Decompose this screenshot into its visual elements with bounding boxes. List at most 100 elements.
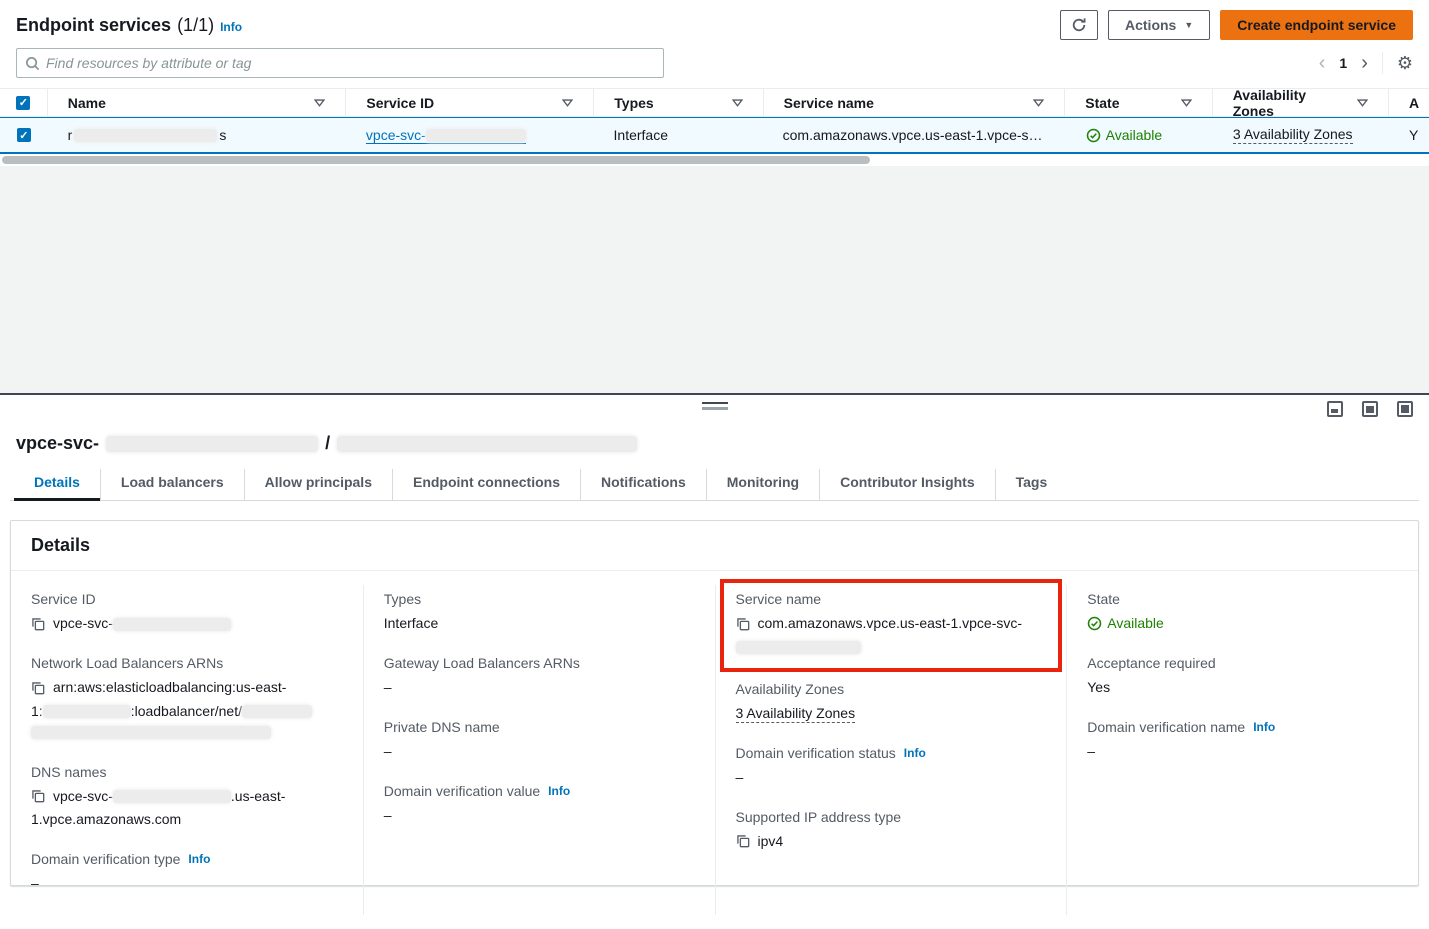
endpoint-services-page: Endpoint services (1/1) Info Actions ▼ C…	[0, 0, 1429, 886]
copy-icon[interactable]	[31, 789, 45, 803]
tab-tags[interactable]: Tags	[995, 469, 1068, 500]
tab-load-balancers[interactable]: Load balancers	[100, 469, 244, 500]
copy-icon[interactable]	[31, 617, 45, 631]
tab-contributor-insights[interactable]: Contributor Insights	[819, 469, 995, 500]
column-header-types[interactable]: Types	[594, 89, 763, 116]
service-id-link[interactable]: vpce-svc-	[366, 127, 526, 144]
field-value: 1:	[31, 703, 43, 719]
search-input[interactable]	[46, 55, 655, 71]
redacted-title-id	[106, 436, 318, 452]
sort-icon[interactable]	[732, 97, 743, 108]
checkbox-checked-icon: ✓	[17, 128, 31, 142]
info-link[interactable]: Info	[188, 852, 210, 866]
sort-icon[interactable]	[1181, 97, 1192, 108]
sort-icon[interactable]	[1357, 97, 1368, 108]
actions-button-label: Actions	[1125, 17, 1176, 33]
details-column-4: State Available Acceptance required Yes	[1066, 585, 1418, 915]
page-title: Endpoint services (1/1) Info	[16, 15, 242, 36]
table-row[interactable]: ✓ rs vpce-svc- Interface com.amazonaws.v…	[0, 117, 1429, 154]
field-domain-verification-name: Domain verification name Info –	[1087, 719, 1398, 762]
tab-details[interactable]: Details	[14, 469, 100, 500]
select-all-checkbox[interactable]: ✓	[0, 89, 48, 116]
tab-notifications[interactable]: Notifications	[580, 469, 706, 500]
prev-page-icon[interactable]: ‹	[1319, 53, 1326, 73]
row-checkbox[interactable]: ✓	[0, 118, 48, 152]
field-label: Domain verification type	[31, 851, 180, 867]
state-text: Available	[1107, 613, 1164, 634]
toolbar: ‹ 1 › ⚙	[0, 44, 1429, 88]
sort-icon[interactable]	[1033, 97, 1044, 108]
search-box[interactable]	[16, 48, 664, 78]
info-link[interactable]: Info	[220, 20, 242, 34]
tab-endpoint-connections[interactable]: Endpoint connections	[392, 469, 580, 500]
pagination: ‹ 1 › ⚙	[1319, 52, 1413, 74]
column-header-service-name[interactable]: Service name	[764, 89, 1066, 116]
info-link[interactable]: Info	[904, 746, 926, 760]
redacted-value	[113, 790, 231, 803]
copy-icon[interactable]	[736, 617, 750, 631]
field-value-empty: –	[1087, 741, 1398, 762]
panel-size-full-icon[interactable]	[1397, 401, 1413, 417]
field-service-id: Service ID vpce-svc-	[31, 591, 343, 634]
column-header-label: Availability Zones	[1233, 87, 1349, 119]
horizontal-scrollbar-thumb[interactable]	[2, 156, 870, 164]
column-header-name[interactable]: Name	[48, 89, 347, 116]
sort-icon[interactable]	[314, 97, 325, 108]
field-label: Service ID	[31, 591, 96, 607]
copy-icon[interactable]	[31, 681, 45, 695]
column-header-label: State	[1085, 95, 1119, 111]
cell-types: Interface	[594, 118, 763, 152]
field-label: Private DNS name	[384, 719, 500, 735]
column-header-acceptance[interactable]: A	[1389, 89, 1429, 116]
redacted-value	[31, 726, 271, 739]
service-name-text: com.amazonaws.vpce.us-east-1.vpce-sv...	[783, 127, 1046, 143]
field-supported-ip-type: Supported IP address type ipv4	[736, 809, 1047, 852]
field-value-empty: –	[384, 805, 695, 826]
next-page-icon[interactable]: ›	[1361, 53, 1368, 73]
refresh-button[interactable]	[1060, 10, 1098, 40]
field-value: 1.vpce.amazonaws.com	[31, 811, 181, 827]
info-link[interactable]: Info	[1253, 720, 1275, 734]
refresh-icon	[1071, 17, 1087, 33]
panel-size-small-icon[interactable]	[1327, 401, 1343, 417]
column-header-state[interactable]: State	[1065, 89, 1212, 116]
column-header-service-id[interactable]: Service ID	[346, 89, 594, 116]
page-number[interactable]: 1	[1339, 55, 1347, 71]
availability-zones-popover-link[interactable]: 3 Availability Zones	[1233, 126, 1353, 144]
field-label: Supported IP address type	[736, 809, 902, 825]
availability-zones-popover-link[interactable]: 3 Availability Zones	[736, 705, 856, 723]
column-header-label: A	[1409, 95, 1419, 111]
field-state: State Available	[1087, 591, 1398, 634]
detail-tabs: Details Load balancers Allow principals …	[10, 469, 1419, 501]
split-panel-drag-handle[interactable]	[702, 402, 728, 410]
field-types: Types Interface	[384, 591, 695, 634]
sort-icon[interactable]	[562, 97, 573, 108]
column-header-label: Service name	[784, 95, 874, 111]
redacted-service-id	[426, 129, 526, 142]
field-value-empty: –	[384, 741, 695, 762]
field-availability-zones: Availability Zones 3 Availability Zones	[736, 681, 1047, 724]
cell-acceptance: Y	[1389, 118, 1429, 152]
info-link[interactable]: Info	[548, 784, 570, 798]
column-header-label: Service ID	[366, 95, 434, 111]
tab-allow-principals[interactable]: Allow principals	[244, 469, 392, 500]
settings-gear-icon[interactable]: ⚙	[1397, 53, 1413, 74]
detail-panel-title: vpce-svc- /	[16, 433, 1419, 454]
header-buttons: Actions ▼ Create endpoint service	[1060, 10, 1413, 40]
field-dns-names: DNS names vpce-svc-.us-east- 1.vpce.amaz…	[31, 764, 343, 831]
copy-icon[interactable]	[736, 834, 750, 848]
field-label: State	[1087, 591, 1120, 607]
split-panel-size-controls	[1327, 401, 1413, 417]
actions-button[interactable]: Actions ▼	[1108, 10, 1210, 40]
state-value: Available	[1086, 127, 1163, 143]
create-endpoint-service-button[interactable]: Create endpoint service	[1220, 10, 1413, 40]
field-value: ipv4	[758, 831, 784, 852]
acceptance-text: Y	[1409, 127, 1418, 143]
tab-monitoring[interactable]: Monitoring	[706, 469, 819, 500]
field-glb-arns: Gateway Load Balancers ARNs –	[384, 655, 695, 698]
panel-size-medium-icon[interactable]	[1362, 401, 1378, 417]
column-header-label: Name	[68, 95, 106, 111]
column-header-availability-zones[interactable]: Availability Zones	[1213, 89, 1389, 116]
details-card: Details Service ID vpce-svc- Network Loa…	[10, 520, 1419, 886]
details-card-body: Service ID vpce-svc- Network Load Balanc…	[11, 571, 1418, 929]
